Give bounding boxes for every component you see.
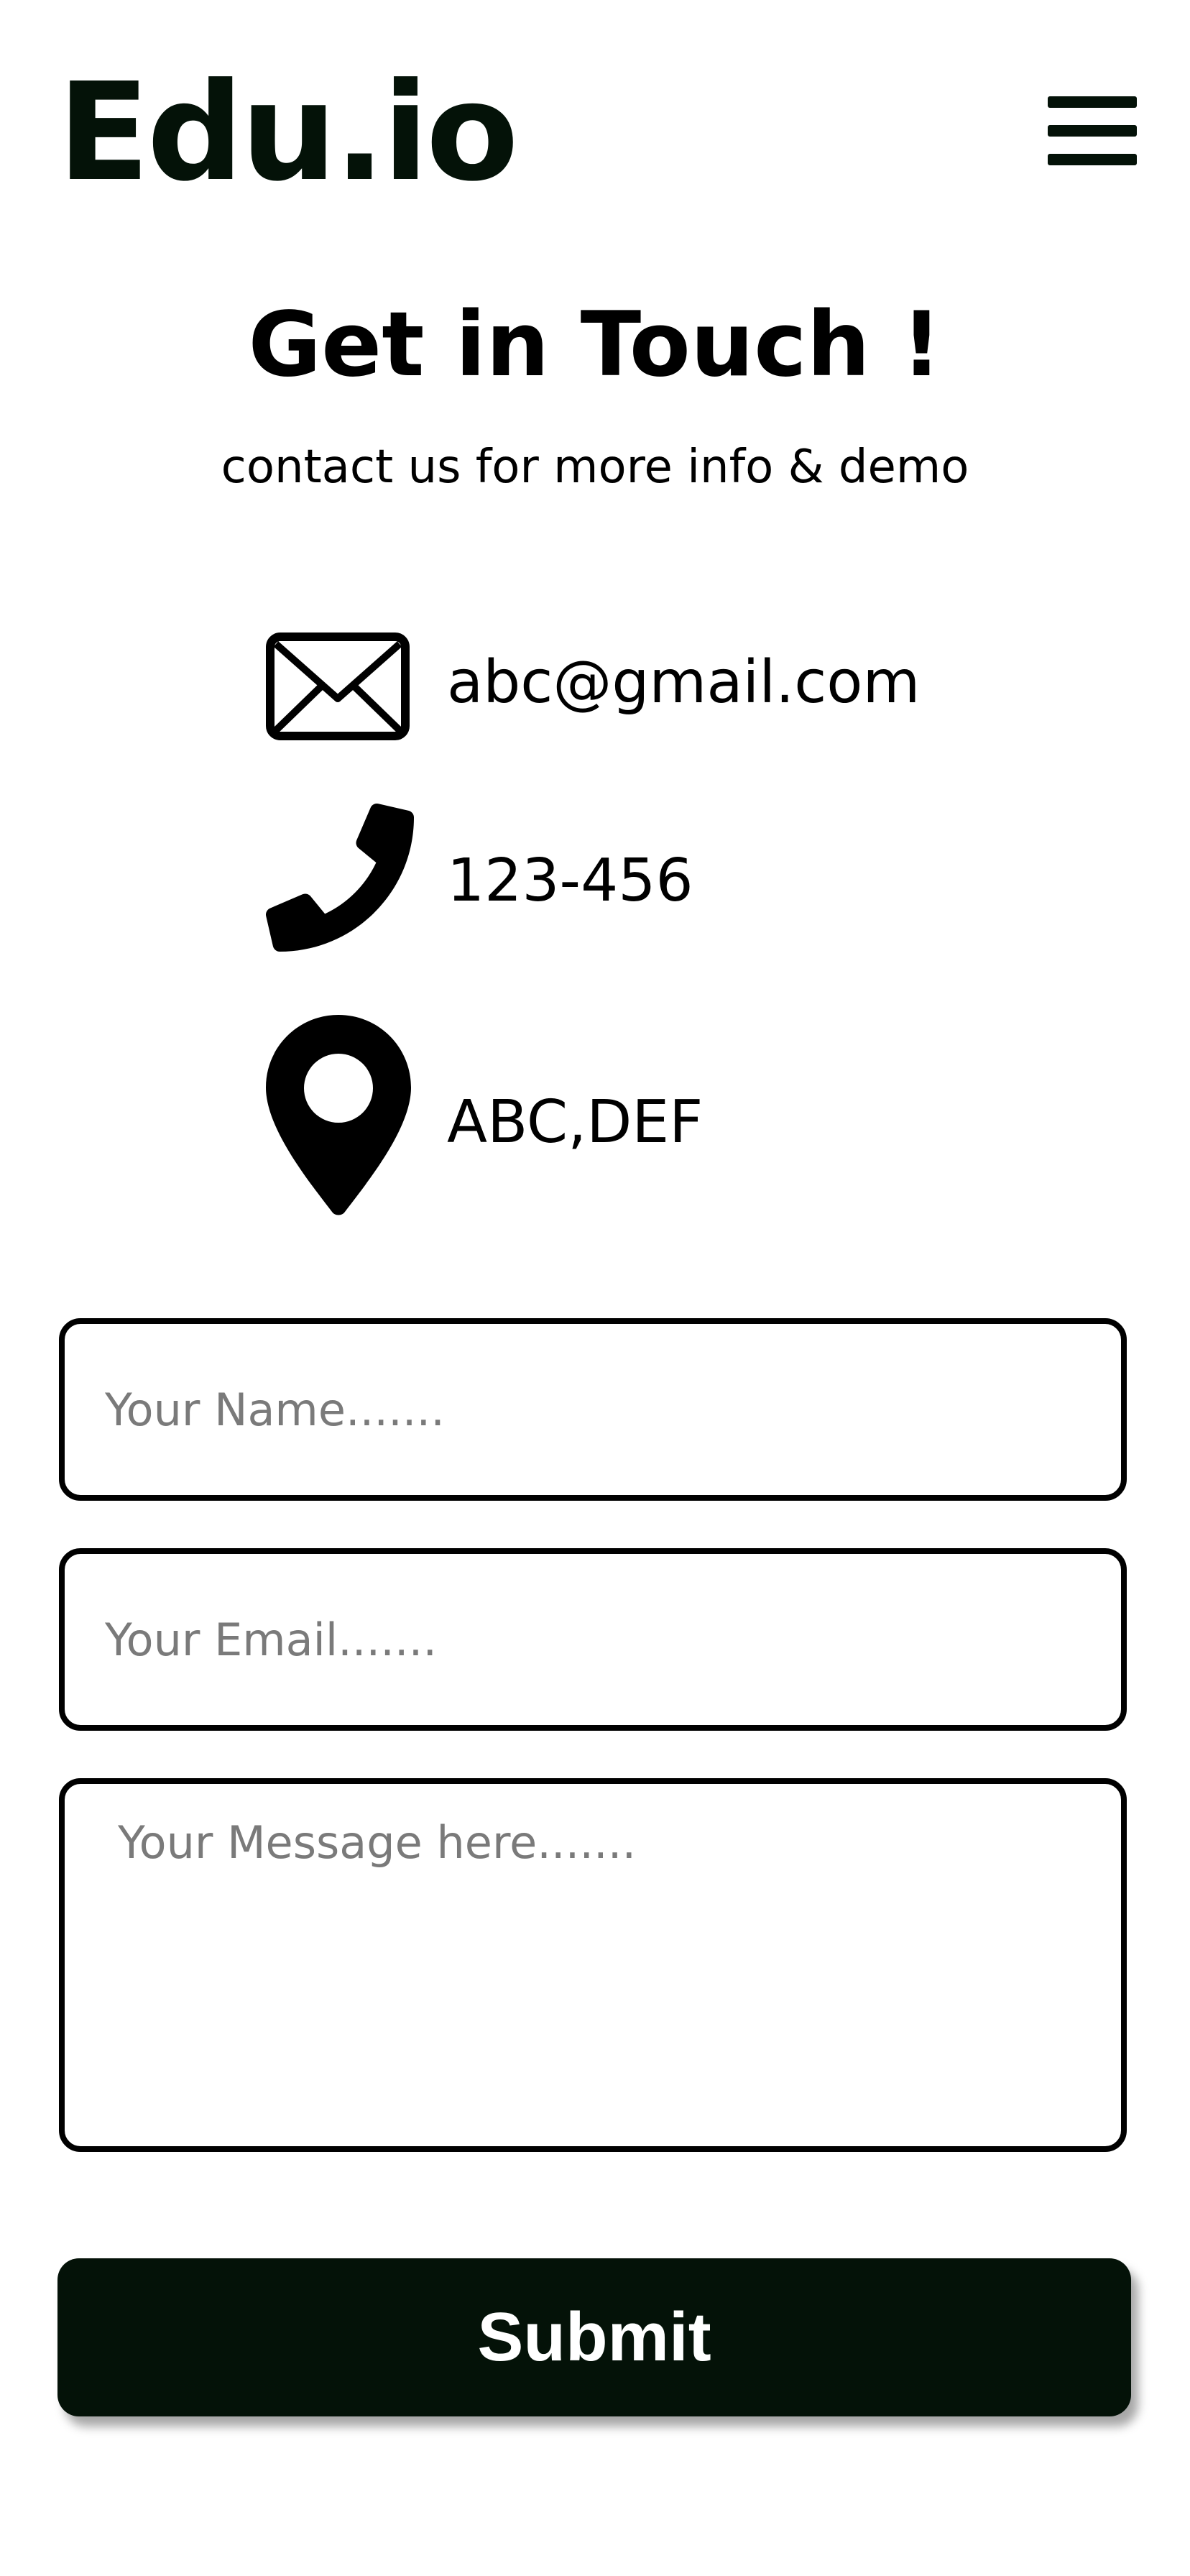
menu-bar [1048,96,1137,108]
submit-button[interactable]: Submit [57,2258,1131,2416]
contact-phone-text[interactable]: 123-456 [447,845,693,917]
menu-bar [1048,125,1137,137]
phone-icon [266,804,414,952]
message-textarea[interactable] [65,1784,1121,2146]
site-header: Edu.io [0,0,1190,216]
contact-email-text[interactable]: abc@gmail.com [447,647,920,719]
menu-bar [1048,154,1137,165]
contact-address-text: ABC,DEF [447,1088,704,1156]
page-subtitle: contact us for more info & demo [221,441,969,494]
map-pin-icon [266,1015,411,1215]
email-input[interactable] [65,1554,1121,1725]
envelope-icon [266,632,410,740]
message-field [59,1778,1127,2152]
email-field [59,1548,1127,1731]
contact-phone-row: 123-456 [266,804,1056,954]
hamburger-menu-icon[interactable] [1048,96,1137,165]
page-title: Get in Touch ! [248,293,942,397]
brand-logo[interactable]: Edu.io [57,58,519,208]
contact-email-row: abc@gmail.com [266,625,1056,748]
name-input[interactable] [65,1324,1121,1495]
name-field [59,1318,1127,1501]
contact-address-row: ABC,DEF [266,1015,1056,1220]
